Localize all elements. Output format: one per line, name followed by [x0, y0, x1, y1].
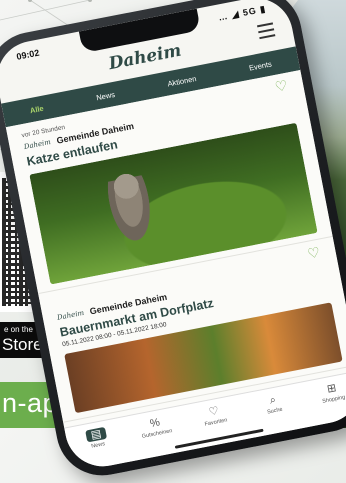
- nav-label: Shopping: [321, 394, 346, 405]
- nav-news[interactable]: ▤ News: [71, 424, 122, 453]
- heart-icon: ♡: [207, 404, 220, 419]
- nav-label: Gutscheinen: [141, 428, 173, 440]
- tab-events[interactable]: Events: [248, 59, 272, 72]
- tab-news[interactable]: News: [95, 89, 115, 101]
- source-logo: Daheim: [56, 308, 85, 322]
- cat-figure: [102, 174, 161, 252]
- nav-label: Suche: [266, 406, 284, 416]
- search-icon: ⌕: [268, 393, 277, 407]
- nav-favoriten[interactable]: ♡ Favoriten: [189, 401, 240, 430]
- nav-label: News: [90, 441, 106, 450]
- store-badge-caption: e on the: [4, 325, 33, 334]
- smartphone-mockup: 09:02 … ◢ 5G ▮ Daheim Alle News Aktionen…: [0, 0, 346, 483]
- heart-icon[interactable]: ♡: [274, 77, 290, 95]
- nav-suche[interactable]: ⌕ Suche: [248, 390, 299, 419]
- store-badge-title: Store: [2, 335, 43, 354]
- nav-label: Favoriten: [204, 417, 228, 428]
- hamburger-menu-icon[interactable]: [256, 22, 276, 40]
- cart-icon: ⊞: [326, 382, 338, 396]
- source-logo: Daheim: [23, 137, 52, 152]
- tab-alle[interactable]: Alle: [29, 103, 44, 114]
- news-feed: vor 20 Stunden Daheim Gemeinde Daheim Ka…: [5, 69, 346, 428]
- tab-aktionen[interactable]: Aktionen: [167, 74, 197, 88]
- nav-shopping[interactable]: ⊞ Shopping: [307, 378, 346, 407]
- status-time: 09:02: [15, 47, 41, 62]
- nav-gutscheinen[interactable]: % Gutscheinen: [130, 413, 181, 442]
- heart-icon[interactable]: ♡: [306, 244, 322, 262]
